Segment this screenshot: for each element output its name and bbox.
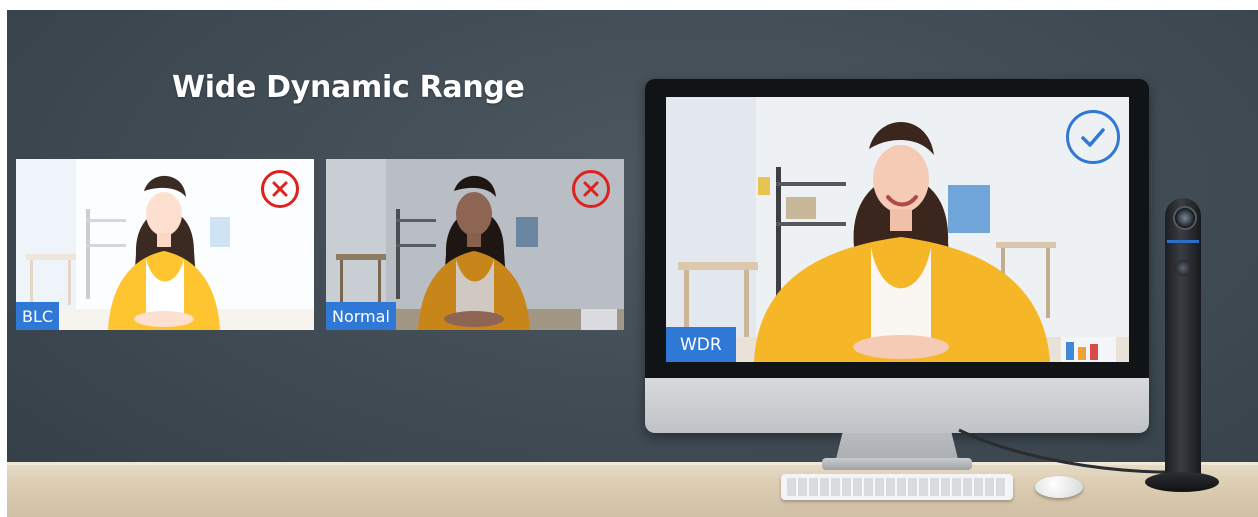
normal-sample-image: Normal	[326, 159, 624, 330]
wdr-label: WDR	[666, 327, 736, 362]
mouse	[1035, 476, 1083, 498]
wdr-sample-image: WDR	[666, 97, 1129, 362]
normal-label: Normal	[326, 302, 396, 330]
check-circle-icon	[1066, 110, 1120, 164]
keyboard	[781, 474, 1013, 500]
camera-base	[1145, 472, 1219, 492]
camera-lens-icon	[1173, 206, 1197, 230]
product-banner: Wide Dynamic Range BLC Normal WDR	[7, 10, 1258, 517]
camera-sensor-icon	[1175, 260, 1191, 276]
x-circle-icon	[572, 170, 610, 208]
banner-title: Wide Dynamic Range	[172, 70, 525, 105]
blc-label: BLC	[16, 302, 60, 330]
x-circle-icon	[261, 170, 299, 208]
blc-sample-image: BLC	[16, 159, 314, 330]
camera-indicator-ring	[1167, 240, 1199, 243]
monitor-stand-base	[822, 458, 972, 470]
monitor-chin	[645, 378, 1149, 433]
wdr-photo	[666, 97, 1129, 362]
